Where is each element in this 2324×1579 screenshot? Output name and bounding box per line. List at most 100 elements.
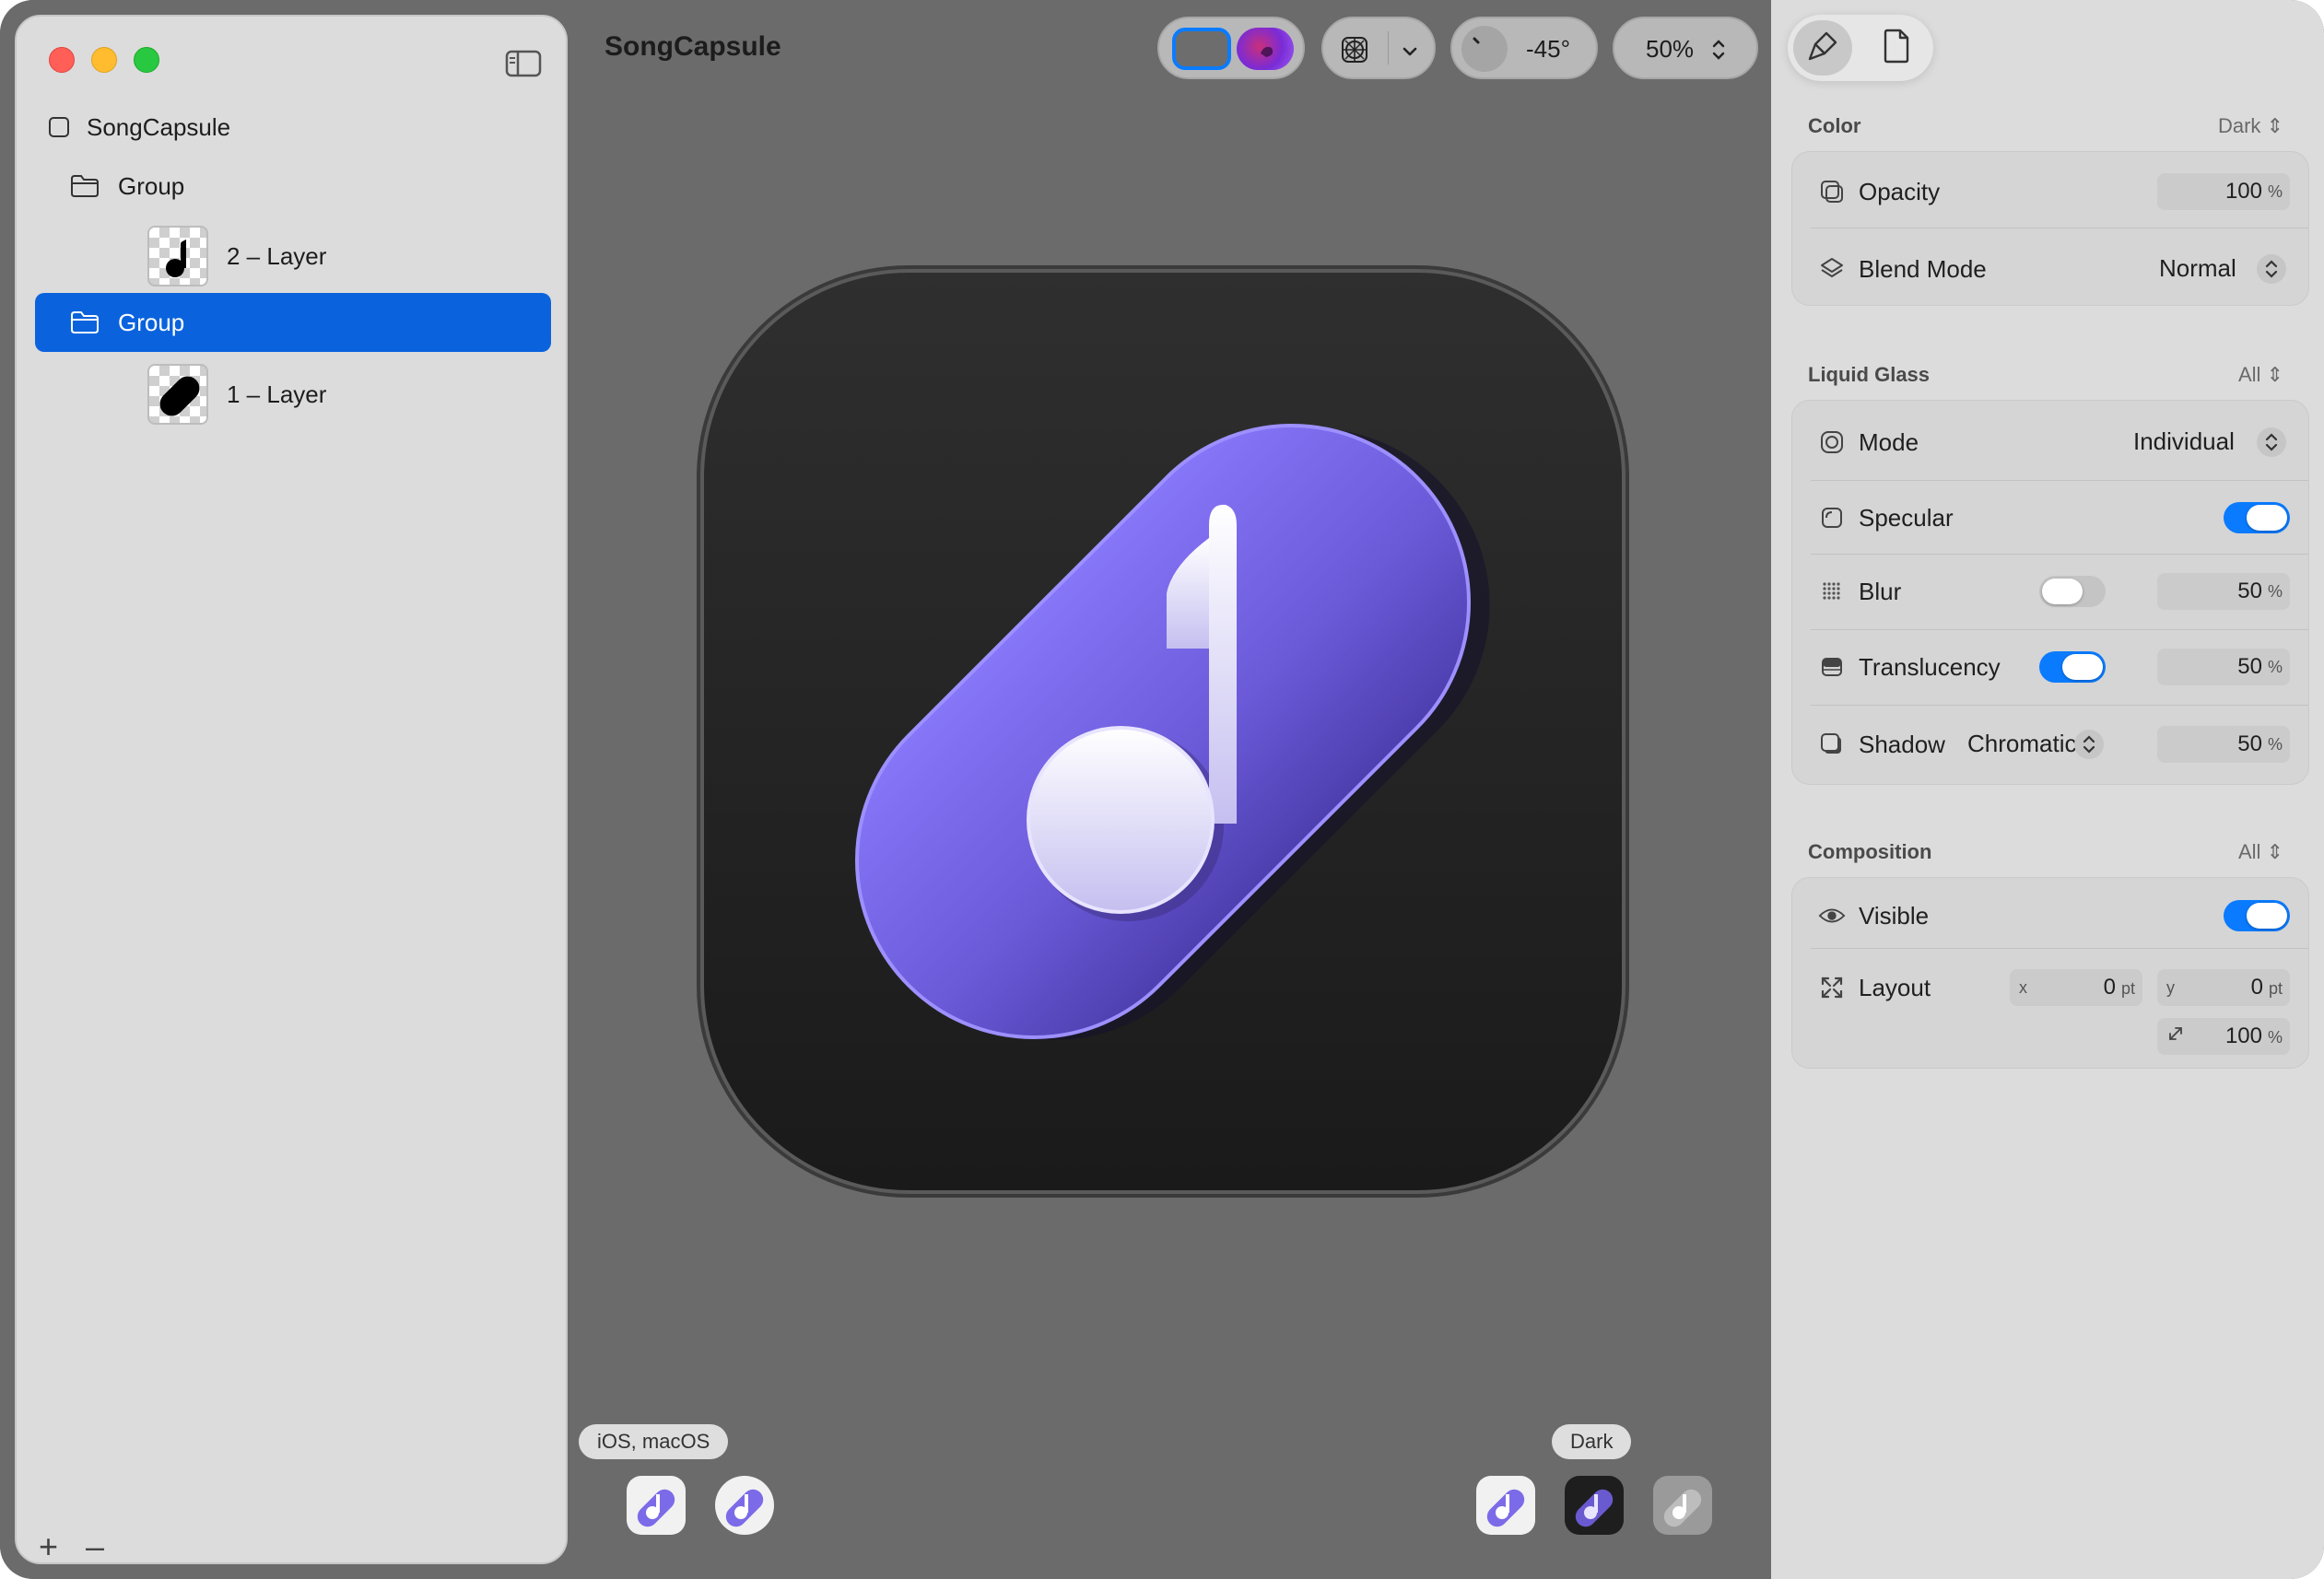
blur-toggle[interactable]: [2039, 576, 2106, 607]
color-appearance-menu[interactable]: Dark ⇕: [2218, 114, 2283, 138]
visible-label: Visible: [1859, 901, 1930, 930]
tree-item-group-2[interactable]: Group: [35, 157, 551, 216]
platform-tag: iOS, macOS: [579, 1424, 729, 1459]
square-icon: [48, 116, 70, 138]
tree-item-label: SongCapsule: [87, 112, 231, 141]
composition-card: Visible Layout x 0 pt y 0 pt 100 %: [1791, 877, 2309, 1069]
mode-icon: [1818, 428, 1846, 456]
blend-mode-value[interactable]: Normal: [2159, 254, 2236, 283]
tree-item-layer-1[interactable]: 1 – Layer: [35, 357, 551, 431]
translucency-toggle[interactable]: [2039, 651, 2106, 683]
mode-label: Mode: [1859, 427, 1919, 456]
specular-label: Specular: [1859, 503, 1954, 532]
folder-icon: [70, 310, 100, 334]
composition-menu[interactable]: All ⇕: [2238, 840, 2283, 864]
tree-item-root[interactable]: SongCapsule: [35, 98, 551, 157]
angle-dial-icon[interactable]: [1461, 26, 1508, 72]
liquid-glass-menu[interactable]: All ⇕: [2238, 363, 2283, 387]
appearance-picker[interactable]: [1157, 17, 1305, 79]
blend-mode-stepper[interactable]: [2257, 254, 2286, 284]
zoom-window-button[interactable]: [134, 47, 159, 73]
remove-layer-button[interactable]: –: [86, 1527, 104, 1566]
preview-ios-default[interactable]: [627, 1476, 686, 1535]
specular-icon: [1818, 504, 1846, 532]
sidebar-toggle-icon[interactable]: [505, 50, 542, 77]
shadow-mode-value[interactable]: Chromatic: [1967, 730, 2076, 758]
minimize-window-button[interactable]: [91, 47, 117, 73]
resize-arrows-icon: [1818, 974, 1846, 1001]
angle-value: -45°: [1526, 35, 1570, 63]
preview-dark[interactable]: [1565, 1476, 1624, 1535]
preview-light[interactable]: [1476, 1476, 1535, 1535]
document-icon: [1882, 29, 1911, 68]
specular-toggle[interactable]: [2224, 502, 2290, 533]
paintbrush-icon: [1804, 28, 1841, 69]
translucency-row: Translucency 50%: [1792, 646, 2308, 688]
opacity-row: Opacity 100%: [1792, 170, 2308, 213]
light-source-menu[interactable]: [1321, 17, 1436, 79]
inspector-panel: Color Dark ⇕ Opacity 100% Blend Mode Nor…: [1771, 0, 2324, 1579]
grid-sphere-icon: [1340, 35, 1369, 71]
preview-tinted[interactable]: [1653, 1476, 1712, 1535]
add-layer-button[interactable]: +: [39, 1527, 58, 1566]
shadow-icon: [1818, 731, 1846, 758]
tree-item-layer-2[interactable]: 2 – Layer: [35, 219, 551, 293]
opacity-icon: [1818, 178, 1846, 205]
close-window-button[interactable]: [49, 47, 75, 73]
app-icon-preview[interactable]: [693, 262, 1633, 1201]
scale-field[interactable]: 100%: [2157, 1018, 2290, 1055]
appearance-tag: Dark: [1552, 1424, 1632, 1459]
shadow-field[interactable]: 50%: [2157, 726, 2290, 763]
blur-label: Blur: [1859, 577, 1902, 605]
liquid-glass-card: Mode Individual Specular Blur 50 % Trans…: [1791, 400, 2309, 785]
stepper-icon: [1710, 37, 1727, 69]
app-window: SongCapsule Group 2 – Layer Group 1 – La: [0, 0, 2324, 1579]
document-tab[interactable]: [1867, 20, 1926, 76]
liquid-glass-section-title: Liquid Glass: [1808, 363, 1931, 386]
zoom-value: 50%: [1646, 35, 1695, 63]
shadow-row: Shadow Chromatic 50%: [1792, 723, 2308, 766]
tree-item-label: Group: [118, 171, 185, 200]
tree-item-label: 2 – Layer: [227, 241, 327, 270]
light-angle-control[interactable]: -45°: [1450, 17, 1598, 79]
tree-item-label: 1 – Layer: [227, 380, 327, 408]
layout-label: Layout: [1859, 973, 1931, 1001]
blend-mode-label: Blend Mode: [1859, 254, 1987, 283]
eye-icon: [1818, 902, 1846, 930]
folder-icon: [70, 174, 100, 198]
blend-mode-row: Blend Mode Normal: [1792, 248, 2308, 290]
mode-value[interactable]: Individual: [2133, 427, 2235, 456]
inspector-tabs: [1788, 15, 1933, 81]
zoom-control[interactable]: 50%: [1613, 17, 1758, 79]
appearance-default-swatch[interactable]: [1172, 28, 1231, 70]
specular-row: Specular: [1792, 497, 2308, 539]
preview-macos-default[interactable]: [715, 1476, 774, 1535]
translucency-field[interactable]: 50%: [2157, 649, 2290, 685]
opacity-label: Opacity: [1859, 177, 1941, 205]
mode-stepper[interactable]: [2257, 427, 2286, 457]
tree-item-group-1[interactable]: Group: [35, 293, 551, 352]
color-section-title: Color: [1808, 114, 1861, 137]
y-field[interactable]: y 0 pt: [2157, 969, 2290, 1006]
layer-thumbnail: [147, 364, 208, 425]
shadow-label: Shadow: [1859, 730, 1945, 758]
layers-icon: [1818, 255, 1846, 283]
blur-row: Blur 50%: [1792, 570, 2308, 613]
layer-thumbnail: [147, 226, 208, 287]
shadow-mode-stepper[interactable]: [2074, 730, 2104, 759]
document-title: SongCapsule: [604, 31, 781, 62]
appearance-color-swatch[interactable]: [1237, 28, 1294, 70]
x-field[interactable]: x 0 pt: [2010, 969, 2142, 1006]
opacity-field[interactable]: 100%: [2157, 173, 2290, 210]
tree-item-label: Group: [118, 308, 185, 336]
appearance-tab[interactable]: [1793, 20, 1852, 76]
blur-icon: [1818, 578, 1846, 605]
chevron-down-icon: [1401, 39, 1419, 67]
color-card: Opacity 100% Blend Mode Normal: [1791, 151, 2309, 306]
blur-field[interactable]: 50%: [2157, 573, 2290, 610]
scale-arrows-icon: [2166, 1023, 2185, 1049]
visible-toggle[interactable]: [2224, 900, 2290, 931]
layout-row: Layout x 0 pt y 0 pt: [1792, 966, 2308, 1009]
visible-row: Visible: [1792, 895, 2308, 937]
mode-row: Mode Individual: [1792, 421, 2308, 463]
